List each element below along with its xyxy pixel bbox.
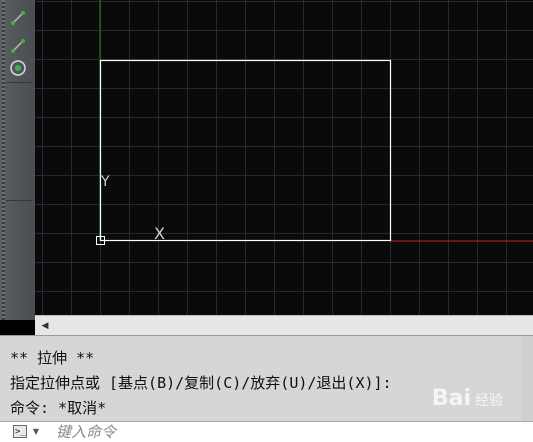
watermark-text: Bai	[431, 386, 471, 411]
horizontal-scrollbar[interactable]: ◀	[35, 315, 533, 336]
scroll-left-arrow-icon[interactable]: ◀	[39, 320, 51, 332]
command-input[interactable]	[56, 423, 456, 441]
rectangle-shape[interactable]	[99, 59, 392, 242]
palette-separator	[6, 82, 32, 83]
palette-separator	[6, 200, 32, 201]
drawing-canvas[interactable]: Y X	[35, 0, 533, 315]
watermark-suffix: 经验	[475, 393, 503, 409]
command-prompt-icon[interactable]: >_	[13, 425, 27, 438]
command-history-scrollbar[interactable]	[521, 336, 533, 422]
watermark-logo: Bai 经验	[432, 386, 503, 411]
command-input-row: >_ ▼	[0, 421, 533, 442]
ucs-y-label: Y	[100, 174, 110, 190]
command-history-line: 指定拉伸点或 [基点(B)/复制(C)/放弃(U)/退出(X)]:	[10, 374, 392, 392]
command-history-line: ** 拉伸 **	[10, 349, 95, 367]
tool-palette	[0, 0, 36, 320]
command-history-line: 命令: *取消*	[10, 399, 107, 417]
circle-target-icon	[10, 60, 26, 76]
polyline-icon	[11, 11, 25, 25]
line-button[interactable]	[8, 36, 28, 56]
circle-button[interactable]	[8, 58, 28, 78]
chevron-down-icon[interactable]: ▼	[30, 425, 42, 439]
palette-grip[interactable]	[2, 0, 5, 320]
line-icon	[11, 39, 25, 53]
drawing-svg: Y X	[96, 0, 533, 245]
scrollbar-corner	[517, 316, 533, 336]
polyline-button[interactable]	[8, 8, 28, 28]
ucs-x-label: X	[154, 224, 165, 243]
